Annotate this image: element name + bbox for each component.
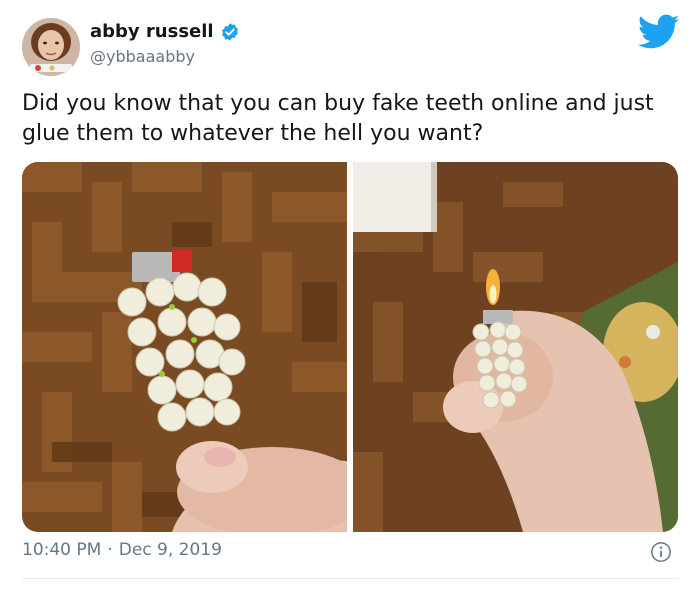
author-name-text[interactable]: abby russell	[90, 21, 214, 42]
author-handle[interactable]: @ybbaaabby	[90, 47, 195, 66]
verified-badge-icon	[221, 22, 238, 41]
author-name[interactable]: abby russell	[90, 21, 240, 42]
tweet-media[interactable]	[22, 162, 678, 532]
tweet-text: Did you know that you can buy fake teeth…	[22, 91, 654, 146]
divider	[22, 578, 678, 579]
tweet-timestamp[interactable]: 10:40 PM · Dec 9, 2019	[22, 540, 222, 560]
tweet-date[interactable]: Dec 9, 2019	[119, 540, 222, 560]
photo-left[interactable]	[22, 162, 347, 532]
photo-right[interactable]	[353, 162, 678, 532]
tweet-time[interactable]: 10:40 PM	[22, 540, 101, 560]
twitter-bird-icon[interactable]	[638, 14, 680, 50]
avatar[interactable]	[22, 18, 80, 76]
info-icon[interactable]	[650, 541, 672, 563]
meta-separator: ·	[107, 540, 113, 560]
